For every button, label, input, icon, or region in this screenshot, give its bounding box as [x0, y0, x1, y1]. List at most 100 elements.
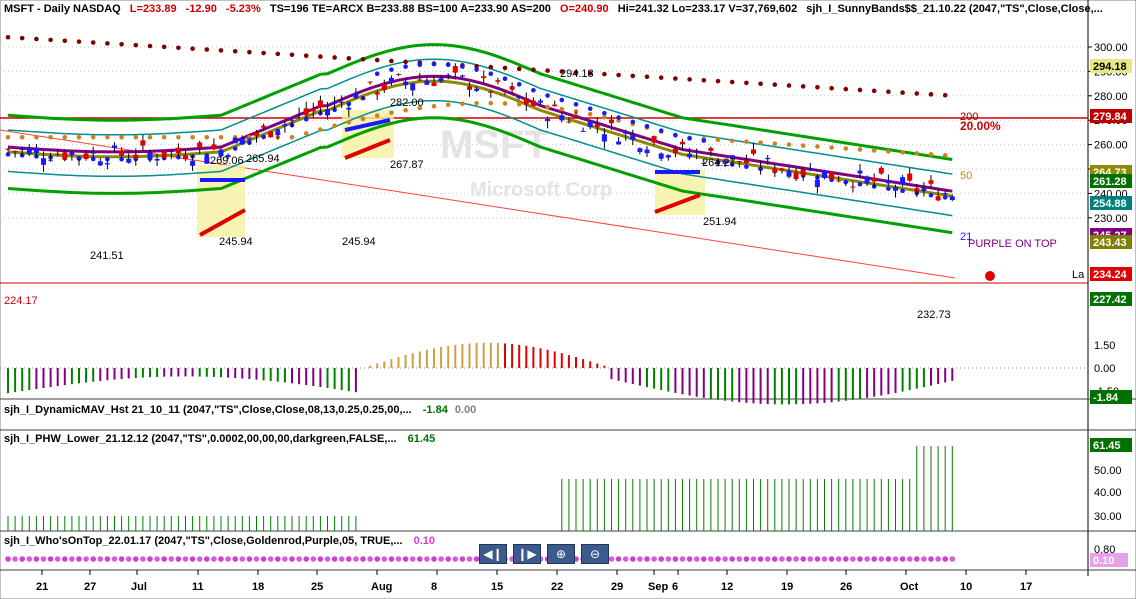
wot-dot	[12, 556, 18, 562]
ma50-dot	[147, 134, 153, 140]
chart-frame	[0, 0, 1136, 599]
ma200-dot	[786, 83, 792, 88]
ma50-dot	[744, 139, 749, 144]
wot-dot	[885, 556, 892, 562]
ma50-dot	[133, 134, 139, 140]
scroll-left-button[interactable]: ◀❙	[479, 544, 507, 564]
ma200-dot	[843, 86, 849, 92]
ma200-dot	[247, 49, 252, 55]
ma200-dot	[90, 40, 96, 45]
phw-study-name: sjh_I_PHW_Lower_21.12.12 (2047,"TS",0.00…	[4, 433, 397, 445]
ma21-dot	[389, 67, 394, 72]
scroll-right-icon: ❙▶	[517, 547, 537, 561]
ma21-dot	[616, 115, 621, 120]
wot-dot	[693, 556, 700, 562]
ma50-dot	[176, 134, 181, 140]
candle-body	[949, 196, 955, 201]
ma21-dot	[886, 186, 891, 191]
wot-dot	[76, 556, 82, 562]
wot-dot	[722, 556, 728, 562]
candle-body	[644, 149, 650, 154]
candle-body	[587, 121, 593, 127]
price-tick-label: 280.00	[1094, 91, 1128, 103]
ma21-dot	[531, 87, 536, 93]
candle-body	[751, 149, 756, 154]
ma50-dot	[871, 148, 877, 153]
zoom-in-button[interactable]: ⊕	[547, 544, 575, 564]
ma21-dot	[630, 119, 636, 125]
candle-body	[211, 144, 217, 150]
ma50-dot	[332, 123, 337, 129]
wot-dot	[736, 556, 743, 562]
candle-body	[183, 154, 188, 160]
wot-dot	[757, 556, 764, 562]
wot-dot	[665, 556, 672, 562]
ma50-dot	[928, 152, 934, 157]
price-badge-label: 261.28	[1093, 176, 1127, 188]
ma200-dot	[48, 37, 53, 43]
candle-body	[168, 151, 174, 153]
ma200-dot	[133, 42, 139, 48]
wot-dot	[239, 556, 246, 562]
scroll-right-button[interactable]: ❙▶	[513, 544, 541, 564]
ma200-dot	[871, 88, 877, 94]
ma50-dot	[161, 134, 167, 140]
wot-dot	[189, 556, 196, 562]
wot-dot	[615, 556, 622, 562]
ma21-dot	[673, 132, 678, 138]
candle-body	[566, 121, 572, 123]
wot-dot	[729, 556, 735, 562]
ma50-dot	[772, 141, 778, 146]
candle-body	[303, 108, 309, 116]
wot-dot	[54, 556, 61, 562]
watermark-company: Microsoft Corp	[470, 179, 612, 201]
ma21-dot	[232, 146, 238, 151]
candle-body	[83, 153, 89, 160]
wot-dot	[424, 556, 430, 562]
ma200-dot	[545, 68, 550, 73]
ma200-dot	[715, 78, 721, 84]
candle-body	[254, 132, 259, 136]
ma50-dot	[559, 106, 565, 112]
wot-dot	[374, 556, 381, 562]
chart-canvas[interactable]: 300.00290.00280.00270.00260.00250.00240.…	[0, 0, 1136, 599]
price-annotation: 264.27	[702, 157, 736, 169]
candle-body	[147, 152, 153, 160]
wot-dot	[445, 556, 452, 562]
dmav-value: -1.84	[422, 404, 448, 416]
candle-body	[836, 180, 842, 182]
wot-dot	[26, 556, 33, 562]
candle-body	[268, 131, 274, 138]
wot-dot	[289, 556, 295, 562]
ma200-dot	[644, 74, 650, 80]
ma200-dot	[261, 50, 266, 56]
candle-body	[672, 148, 678, 154]
ma200-dot	[161, 44, 167, 50]
ma50-dot	[715, 137, 721, 143]
wot-dot	[715, 556, 721, 562]
wot-dot	[260, 556, 267, 562]
candle-body	[885, 180, 891, 184]
wot-dot	[211, 556, 217, 562]
candle-body	[41, 158, 46, 165]
zoom-out-button[interactable]: ⊖	[581, 544, 609, 564]
dmav-value-2: 0.00	[454, 404, 477, 416]
candle-body	[594, 124, 600, 127]
candle-body	[708, 148, 714, 151]
la-label: La	[1072, 269, 1085, 281]
ma200-dot	[147, 43, 153, 49]
ma200-dot	[900, 90, 905, 95]
candle-body	[743, 160, 749, 164]
date-label: Oct	[900, 581, 919, 593]
price-annotation: 267.87	[390, 159, 424, 171]
candle-body	[630, 134, 636, 140]
chart-window[interactable]: 300.00290.00280.00270.00260.00250.00240.…	[0, 0, 1136, 599]
wot-dot	[33, 556, 40, 562]
wot-dot	[275, 556, 281, 562]
wot-dot	[843, 556, 849, 562]
candle-body	[239, 138, 245, 145]
phw-badge-label: 61.45	[1093, 440, 1121, 452]
wot-dot	[630, 556, 636, 562]
candle-body	[871, 177, 877, 182]
ma200-dot	[346, 56, 352, 61]
